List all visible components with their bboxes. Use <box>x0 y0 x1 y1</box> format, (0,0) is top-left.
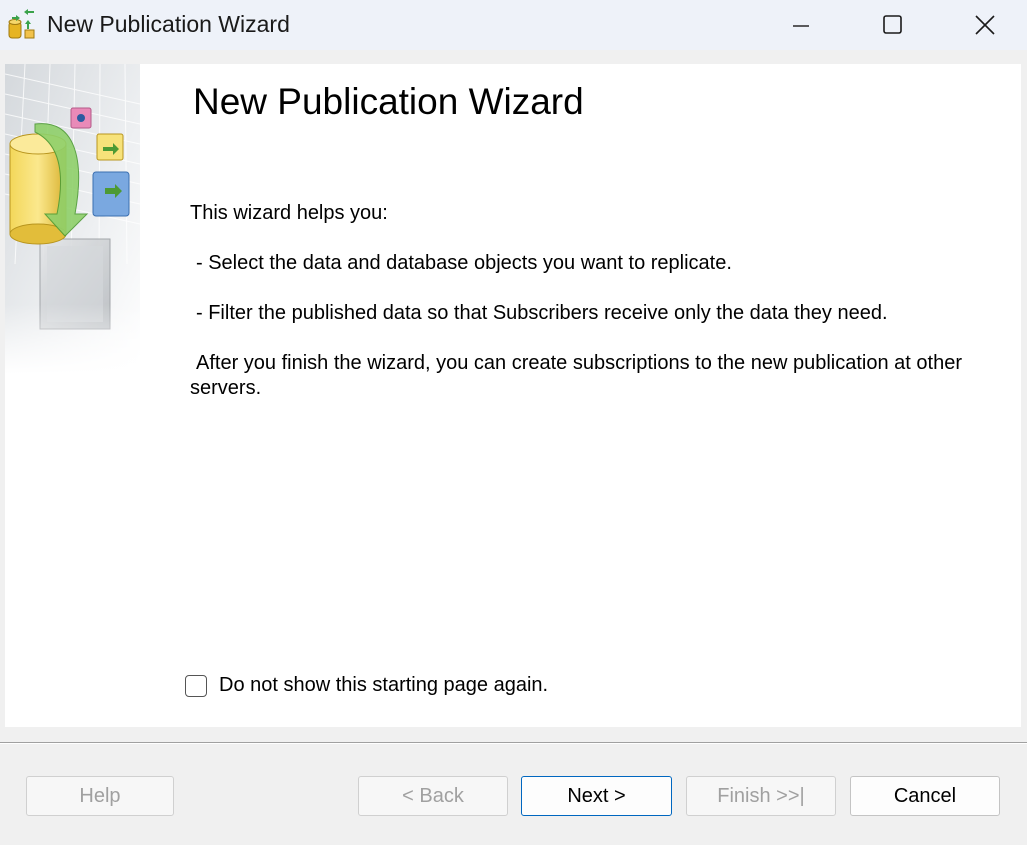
back-button[interactable]: < Back <box>358 776 508 816</box>
dont-show-again-row[interactable]: Do not show this starting page again. <box>185 674 548 697</box>
dont-show-again-label[interactable]: Do not show this starting page again. <box>219 674 548 697</box>
dont-show-again-checkbox[interactable] <box>185 674 207 697</box>
maximize-button[interactable] <box>870 0 916 50</box>
maximize-icon <box>883 15 902 34</box>
footer-separator-highlight <box>0 743 1027 744</box>
finish-button[interactable]: Finish >>| <box>686 776 836 816</box>
publication-wizard-icon <box>6 8 38 40</box>
next-button[interactable]: Next > <box>521 776 672 816</box>
bullet-select-data: - Select the data and database objects y… <box>196 252 732 274</box>
wizard-content: New Publication Wizard This wizard helps… <box>5 64 1021 727</box>
intro-text: This wizard helps you: <box>190 202 388 224</box>
minimize-button[interactable] <box>778 0 824 50</box>
bullet-filter-data: - Filter the published data so that Subs… <box>196 302 888 324</box>
wizard-banner-image <box>5 64 140 374</box>
close-button[interactable] <box>962 0 1008 50</box>
title-bar[interactable]: New Publication Wizard <box>0 0 1027 50</box>
page-heading: New Publication Wizard <box>193 81 584 122</box>
minimize-icon <box>793 25 809 27</box>
close-icon <box>975 15 995 35</box>
window-title: New Publication Wizard <box>47 11 290 37</box>
help-button[interactable]: Help <box>26 776 174 816</box>
after-finish-text: After you finish the wizard, you can cre… <box>190 351 990 401</box>
after-finish-text-content: After you finish the wizard, you can cre… <box>190 352 962 399</box>
cancel-button[interactable]: Cancel <box>850 776 1000 816</box>
